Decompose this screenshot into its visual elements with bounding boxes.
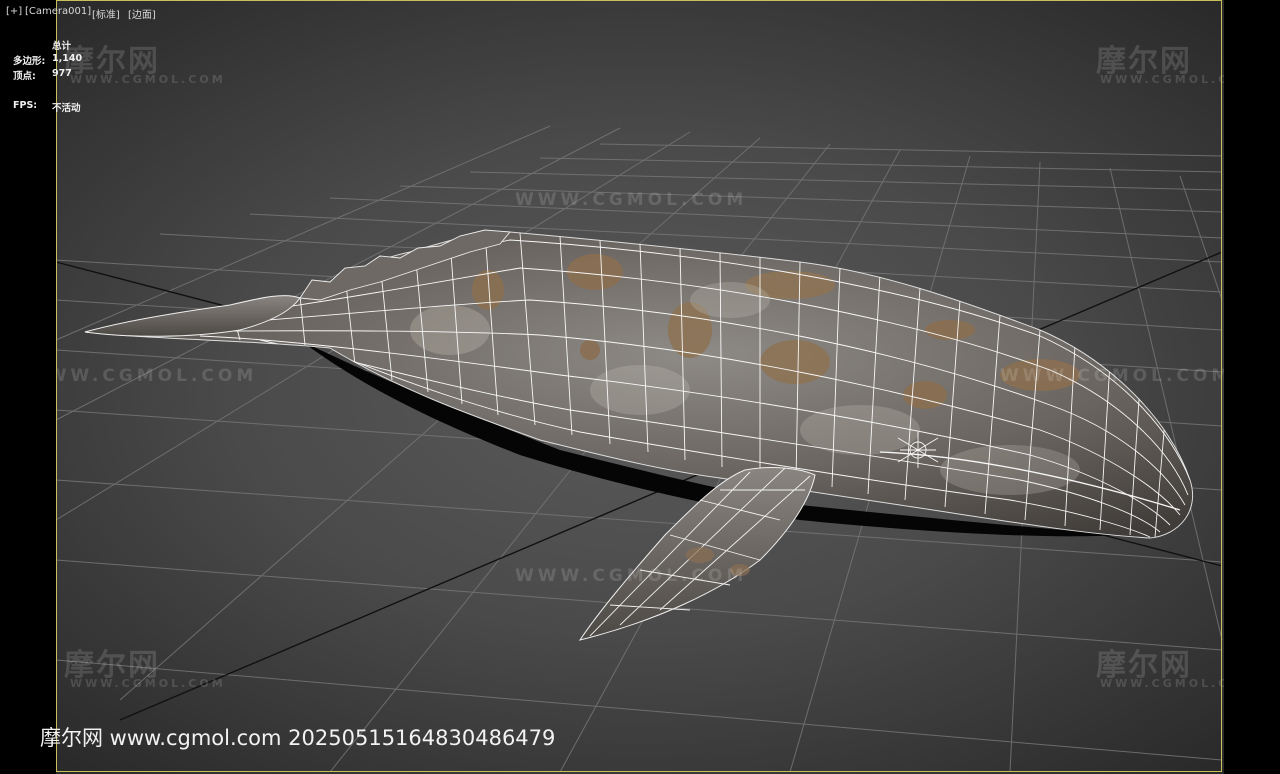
viewport-left-bar	[0, 0, 56, 774]
stats-total-label: 总计	[52, 41, 72, 52]
viewport-menu-camera[interactable]: [Camera001]	[25, 6, 91, 17]
watermark-sub: WWW.CGMOL.COM	[70, 73, 226, 86]
watermark-url: WWW.CGMOL.COM	[515, 566, 748, 586]
watermark-url: WWW.CGMOL.COM	[1000, 366, 1233, 386]
viewport-menu-display[interactable]: [边面]	[128, 6, 156, 21]
footer-watermark-text: 摩尔网 www.cgmol.com 20250515164830486479	[40, 726, 556, 750]
stats-fps-label: FPS:	[13, 100, 38, 111]
3d-viewport[interactable]: z 摩尔网 WWW.CGMOL.COM 摩尔网 WWW.CGMOL.COM WW…	[0, 0, 1280, 774]
stats-fps-value: 不活动	[52, 103, 81, 114]
stats-polygons-label: 多边形:	[13, 56, 46, 67]
scene-canvas[interactable]: z	[0, 0, 1280, 774]
viewport-menu-plus[interactable]: [+]	[6, 6, 22, 17]
viewport-right-bar	[1224, 0, 1280, 774]
viewport-menu-shading[interactable]: [标准]	[92, 6, 120, 21]
stats-vertices-label: 顶点:	[13, 71, 36, 82]
stats-polygons-value: 1,140	[52, 53, 83, 64]
watermark-url: WWW.CGMOL.COM	[515, 190, 748, 210]
watermark-url: WWW.CGMOL.COM	[25, 366, 258, 386]
stats-vertices-value: 977	[52, 68, 72, 79]
watermark-sub: WWW.CGMOL.COM	[70, 677, 226, 690]
